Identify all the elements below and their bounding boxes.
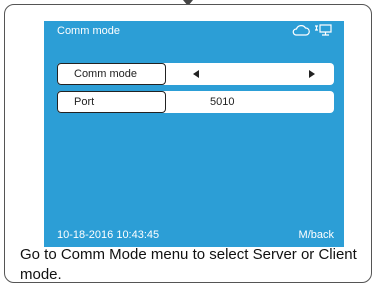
port-row[interactable]: Port 5010 bbox=[57, 91, 334, 113]
comm-mode-row[interactable]: Comm mode bbox=[57, 63, 334, 85]
right-arrow-icon[interactable] bbox=[309, 70, 315, 78]
screen-title: Comm mode bbox=[57, 25, 120, 37]
device-screen: Comm mode Comm mode Port 5010 10-18-2016… bbox=[44, 21, 344, 247]
status-icons bbox=[292, 23, 332, 41]
back-hint[interactable]: M/back bbox=[299, 229, 334, 241]
caption-text: Go to Comm Mode menu to select Server or… bbox=[20, 246, 357, 283]
left-arrow-icon[interactable] bbox=[193, 70, 199, 78]
cloud-icon bbox=[292, 23, 310, 41]
network-icon bbox=[314, 23, 332, 41]
port-value: 5010 bbox=[210, 96, 235, 108]
port-label: Port bbox=[57, 91, 166, 113]
callout-frame: Comm mode Comm mode Port 5010 10-18-2016… bbox=[4, 4, 372, 283]
datetime-display: 10-18-2016 10:43:45 bbox=[57, 229, 160, 241]
comm-mode-label: Comm mode bbox=[57, 63, 166, 85]
